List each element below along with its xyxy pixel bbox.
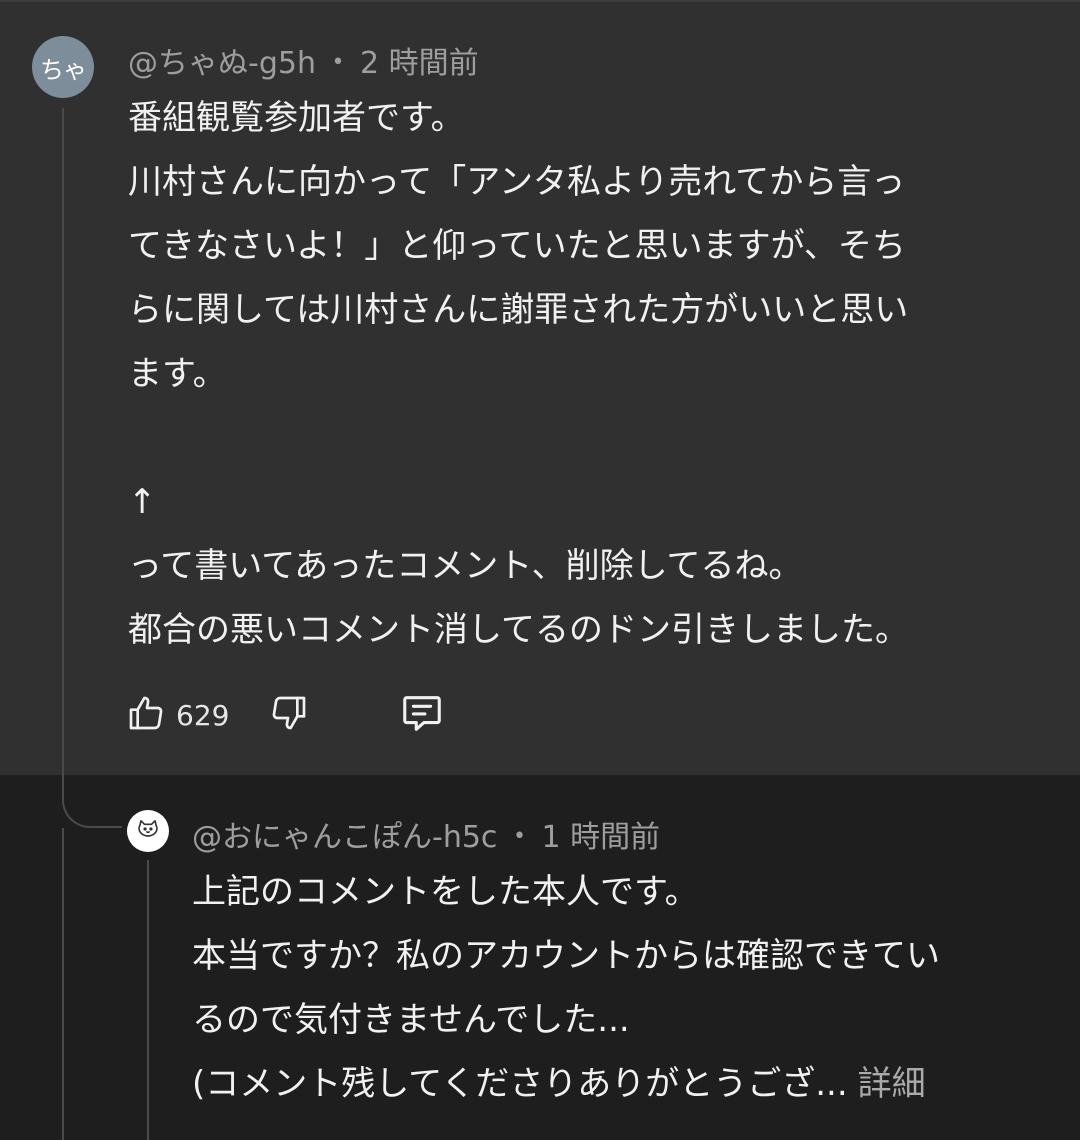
comment-line: ます。 <box>128 354 227 394</box>
like-button[interactable]: 629 <box>126 693 269 737</box>
avatar-text: ちゃ <box>40 55 87 84</box>
comment-icon <box>399 690 445 740</box>
reply-meta: @おにゃんこぽん-h5c • 1 時間前 <box>192 812 660 856</box>
reply-button[interactable] <box>399 690 445 740</box>
comment-line: 番組観覧参加者です。 <box>128 98 465 138</box>
comment-actions: 629 <box>126 690 445 740</box>
cat-face-icon <box>134 815 162 847</box>
comment-line: ↑ <box>128 482 157 522</box>
comment-meta: @ちゃぬ-g5h • 2 時間前 <box>128 38 479 82</box>
thumbs-down-icon <box>269 693 309 737</box>
comment-text: 番組観覧参加者です。 川村さんに向かって「アンタ私より売れてから言っ てきなさい… <box>128 86 1028 662</box>
reply-line-last: (コメント残してくださりありがとうござ... 詳細 <box>192 1052 1052 1116</box>
comment-line: てきなさいよ！」と仰っていたと思いますが、そち <box>128 226 906 266</box>
meta-separator: • <box>512 824 526 849</box>
reply-line: るので気付きませんでした... <box>192 1000 630 1040</box>
reply-line: 本当ですか？私のアカウントからは確認できてい <box>192 936 940 976</box>
comment-line: って書いてあったコメント、削除してるね。 <box>128 546 803 586</box>
reply-line: 上記のコメントをした本人です。 <box>192 872 699 912</box>
reply-thread-line <box>147 860 149 1140</box>
dislike-button[interactable] <box>269 693 309 737</box>
like-count: 629 <box>176 698 230 732</box>
avatar[interactable]: ちゃ <box>32 36 94 98</box>
reply-time[interactable]: 1 時間前 <box>542 820 661 855</box>
comment-line: 都合の悪いコメント消してるのドン引きしました。 <box>128 610 909 650</box>
reply-text: 上記のコメントをした本人です。 本当ですか？私のアカウントからは確認できてい る… <box>192 860 1052 1116</box>
thumbs-up-icon <box>126 693 166 737</box>
meta-separator: • <box>331 50 345 75</box>
comment-line: 川村さんに向かって「アンタ私より売れてから言っ <box>128 162 906 202</box>
reply-line: (コメント残してくださりありがとうござ... <box>192 1064 848 1104</box>
comment-time[interactable]: 2 時間前 <box>360 46 479 81</box>
reply-author[interactable]: @おにゃんこぽん-h5c <box>192 820 497 855</box>
comments-view: ちゃ @ちゃぬ-g5h • 2 時間前 番組観覧参加者です。 川村さんに向かって… <box>0 0 1080 1140</box>
thread-line <box>62 108 64 798</box>
comment-line: らに関しては川村さんに謝罪された方がいいと思い <box>128 290 909 330</box>
comment-author[interactable]: @ちゃぬ-g5h <box>128 46 316 81</box>
thread-line <box>62 828 64 1140</box>
comment-line <box>128 406 1028 470</box>
reply-avatar[interactable] <box>127 810 169 852</box>
read-more-link[interactable]: 詳細 <box>858 1064 926 1104</box>
